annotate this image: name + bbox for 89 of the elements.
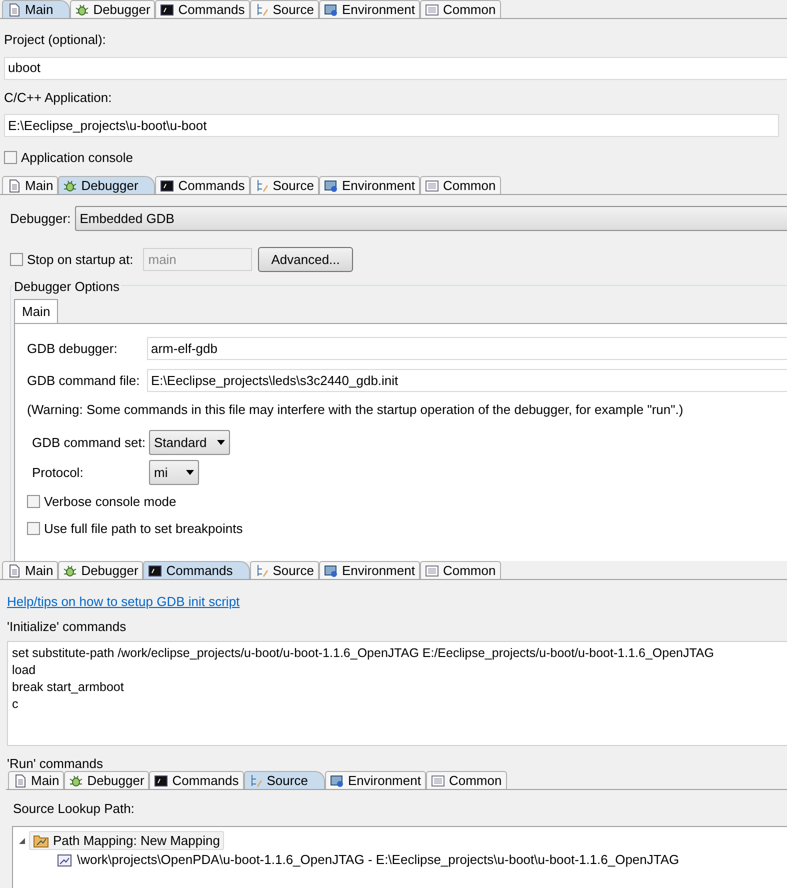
label: GDB command file: [27, 372, 141, 390]
code-line: c [12, 696, 20, 713]
tab[interactable]: Commands [149, 771, 244, 789]
tab[interactable]: Main [2, 0, 70, 18]
text-area[interactable]: set substitute-path /work/eclipse_projects/u-boot/u-boot-1.1.6_OpenJTAG E:/Eeclipse_projects/u-boot/u-boot-1.1.6_OpenJTAG load break start_armboot c [7, 641, 787, 746]
bug-icon [75, 2, 90, 16]
tree-icon [248, 774, 263, 788]
caret-icon [217, 440, 225, 445]
text-field[interactable]: E:\Eeclipse_projects\leds\s3c2440_gdb.init [147, 369, 787, 392]
checkbox-label: Use full file path to set breakpoints [44, 520, 243, 538]
expand-arrow-icon[interactable] [18, 836, 26, 844]
checkbox-label: Verbose console mode [44, 493, 176, 511]
terminal-icon [160, 178, 174, 192]
window-icon [330, 774, 344, 788]
label: Debugger: [10, 210, 71, 228]
window-icon [324, 2, 338, 16]
label: Project (optional): [4, 31, 107, 49]
tab[interactable]: Common [426, 771, 507, 789]
label: 'Run' commands [7, 755, 104, 773]
help-link[interactable]: Help/tips on how to setup GDB init script [7, 592, 240, 612]
table-icon [424, 2, 439, 16]
bug-icon [69, 774, 84, 788]
dropdown[interactable]: Embedded GDB [74, 206, 787, 231]
tab[interactable]: Environment [324, 771, 426, 789]
warning-text: (Warning: Some commands in this file may interfere with the startup operation of the debugger, for example "run".) [27, 402, 684, 417]
tab[interactable]: Commands [143, 561, 250, 579]
document-icon [13, 774, 27, 788]
dropdown[interactable]: Standard [149, 430, 230, 455]
tab[interactable]: Main [2, 176, 58, 194]
folder-icon [33, 834, 49, 848]
label: C/C++ Application: [4, 88, 113, 107]
tab[interactable]: Source [250, 0, 319, 18]
tab[interactable]: Common [420, 0, 501, 18]
window-icon [324, 564, 338, 578]
document-icon [7, 178, 21, 192]
code-line: break start_armboot [12, 679, 125, 696]
tab[interactable]: Debugger [58, 176, 156, 194]
code-line: load [12, 662, 37, 679]
checkbox[interactable] [4, 151, 17, 164]
tab[interactable]: Common [420, 561, 501, 579]
table-icon [424, 178, 439, 192]
window-icon [324, 178, 338, 192]
tab[interactable]: Main [14, 299, 58, 323]
tab[interactable]: Source [250, 561, 319, 579]
tab[interactable]: Commands [155, 0, 250, 18]
label: Source Lookup Path: [13, 801, 134, 816]
tab[interactable]: Source [250, 176, 319, 194]
tab[interactable]: Main [8, 771, 64, 789]
text-field[interactable]: uboot [4, 56, 787, 80]
advanced-button[interactable]: Advanced... [258, 247, 353, 272]
tab[interactable]: Commands [155, 176, 250, 194]
tree-icon [254, 564, 269, 578]
tree-icon [254, 178, 269, 192]
text-field[interactable]: E:\Eeclipse_projects\u-boot\u-boot [4, 114, 779, 137]
bug-icon [63, 564, 78, 578]
terminal-icon [154, 774, 168, 788]
table-icon [430, 774, 445, 788]
label: GDB command set: [32, 434, 146, 452]
text-field[interactable]: arm-elf-gdb [147, 337, 787, 360]
tab[interactable]: Common [420, 176, 501, 194]
mapping-icon [57, 852, 73, 866]
label: 'Initialize' commands [7, 618, 128, 636]
tree-item[interactable]: \work\projects\OpenPDA\u-boot-1.1.6_OpenJTAG - E:\Eeclipse_projects\u-boot\u-boot-1.1.6_OpenJTAG [54, 850, 682, 869]
terminal-icon [160, 2, 174, 16]
terminal-icon [148, 564, 162, 578]
checkbox-label: Application console [21, 149, 134, 167]
tab[interactable]: Source [244, 771, 325, 789]
dropdown[interactable]: mi [149, 460, 199, 485]
label: Protocol: [32, 464, 84, 482]
table-icon [424, 564, 439, 578]
caret-icon [186, 470, 194, 475]
tree-item[interactable]: Path Mapping: New Mapping [29, 831, 224, 850]
tab[interactable]: Environment [318, 561, 420, 579]
checkbox[interactable] [27, 495, 40, 508]
tab[interactable]: Environment [318, 0, 420, 18]
checkbox[interactable] [10, 253, 23, 266]
checkbox[interactable] [27, 522, 40, 535]
tree-icon [254, 2, 269, 16]
code-line: set substitute-path /work/eclipse_projects/u-boot/u-boot-1.1.6_OpenJTAG E:/Eeclipse_projects/u-boot/u-boot-1.1.6_OpenJTAG [12, 645, 715, 662]
label: GDB debugger: [27, 340, 118, 358]
checkbox-label: Stop on startup at: [27, 250, 134, 269]
tab[interactable]: Debugger [64, 771, 150, 789]
document-icon [7, 564, 21, 578]
tab[interactable]: Debugger [70, 0, 156, 18]
tab[interactable]: Main [2, 561, 58, 579]
bug-icon [63, 178, 78, 192]
document-icon [7, 2, 21, 16]
tab[interactable]: Environment [318, 176, 420, 194]
tab[interactable]: Debugger [58, 561, 144, 579]
